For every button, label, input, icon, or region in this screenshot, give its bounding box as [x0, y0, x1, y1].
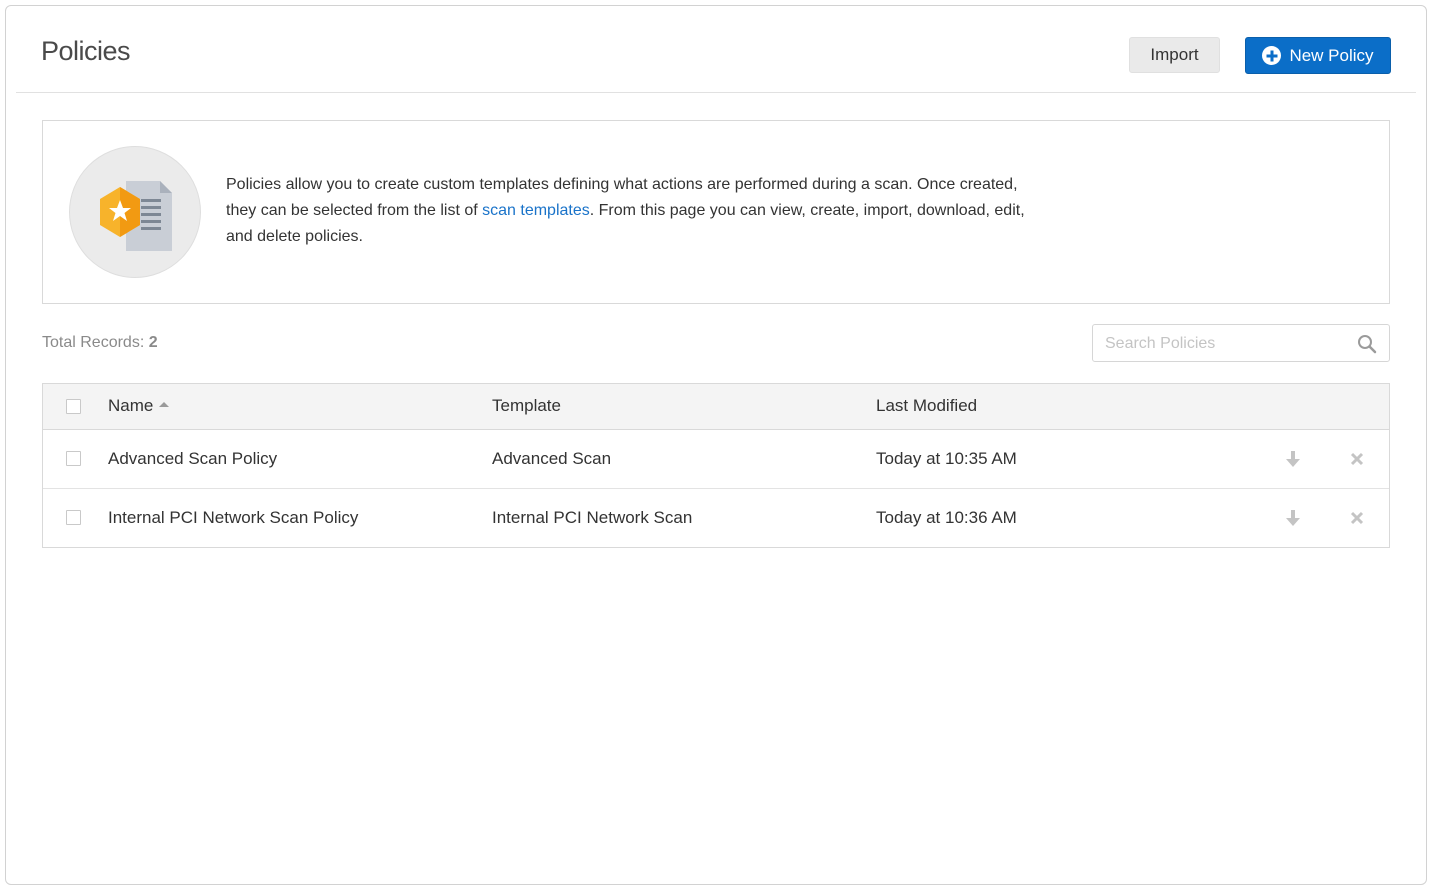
plus-circle-icon: [1262, 46, 1282, 65]
column-name-label: Name: [108, 396, 154, 415]
policy-template: Advanced Scan: [492, 449, 612, 468]
table-header: Name Template Last Modified: [43, 384, 1389, 430]
policy-last-modified: Today at 10:36 AM: [876, 508, 1017, 527]
row-checkbox[interactable]: [66, 451, 81, 466]
search-box: [1092, 324, 1390, 362]
search-input[interactable]: [1105, 333, 1345, 355]
info-panel: Policies allow you to create custom temp…: [42, 120, 1390, 304]
new-policy-button[interactable]: New Policy: [1245, 37, 1391, 74]
shield-star-document-icon: [100, 181, 172, 251]
select-all-checkbox[interactable]: [66, 399, 81, 414]
close-icon[interactable]: [1350, 452, 1364, 466]
page-title: Policies: [41, 36, 131, 66]
page-header: Policies Import New Policy: [16, 10, 1416, 93]
download-arrow-icon[interactable]: [1286, 510, 1300, 526]
info-description: Policies allow you to create custom temp…: [226, 172, 1026, 250]
row-checkbox[interactable]: [66, 510, 81, 525]
column-header-name[interactable]: Name: [108, 396, 170, 416]
policy-graphic: [69, 146, 201, 278]
total-records-label: Total Records:: [42, 334, 149, 351]
download-arrow-icon[interactable]: [1286, 451, 1300, 467]
column-header-last-modified[interactable]: Last Modified: [876, 396, 977, 416]
close-icon[interactable]: [1350, 511, 1364, 525]
policy-template: Internal PCI Network Scan: [492, 508, 693, 527]
scan-templates-link[interactable]: scan templates: [482, 202, 590, 219]
column-header-template[interactable]: Template: [492, 396, 561, 416]
table-row[interactable]: Internal PCI Network Scan Policy Interna…: [43, 489, 1389, 547]
policies-table: Name Template Last Modified Advanced Sca…: [42, 383, 1390, 548]
table-row[interactable]: Advanced Scan Policy Advanced Scan Today…: [43, 430, 1389, 489]
new-policy-label: New Policy: [1289, 45, 1374, 65]
policy-name[interactable]: Advanced Scan Policy: [108, 449, 277, 469]
sort-ascending-icon: [159, 402, 170, 408]
policy-name[interactable]: Internal PCI Network Scan Policy: [108, 508, 358, 528]
import-button[interactable]: Import: [1129, 37, 1220, 73]
policy-last-modified: Today at 10:35 AM: [876, 449, 1017, 468]
total-records-count: 2: [148, 334, 158, 351]
search-icon[interactable]: [1357, 334, 1377, 354]
total-records: Total Records: 2: [42, 334, 158, 352]
